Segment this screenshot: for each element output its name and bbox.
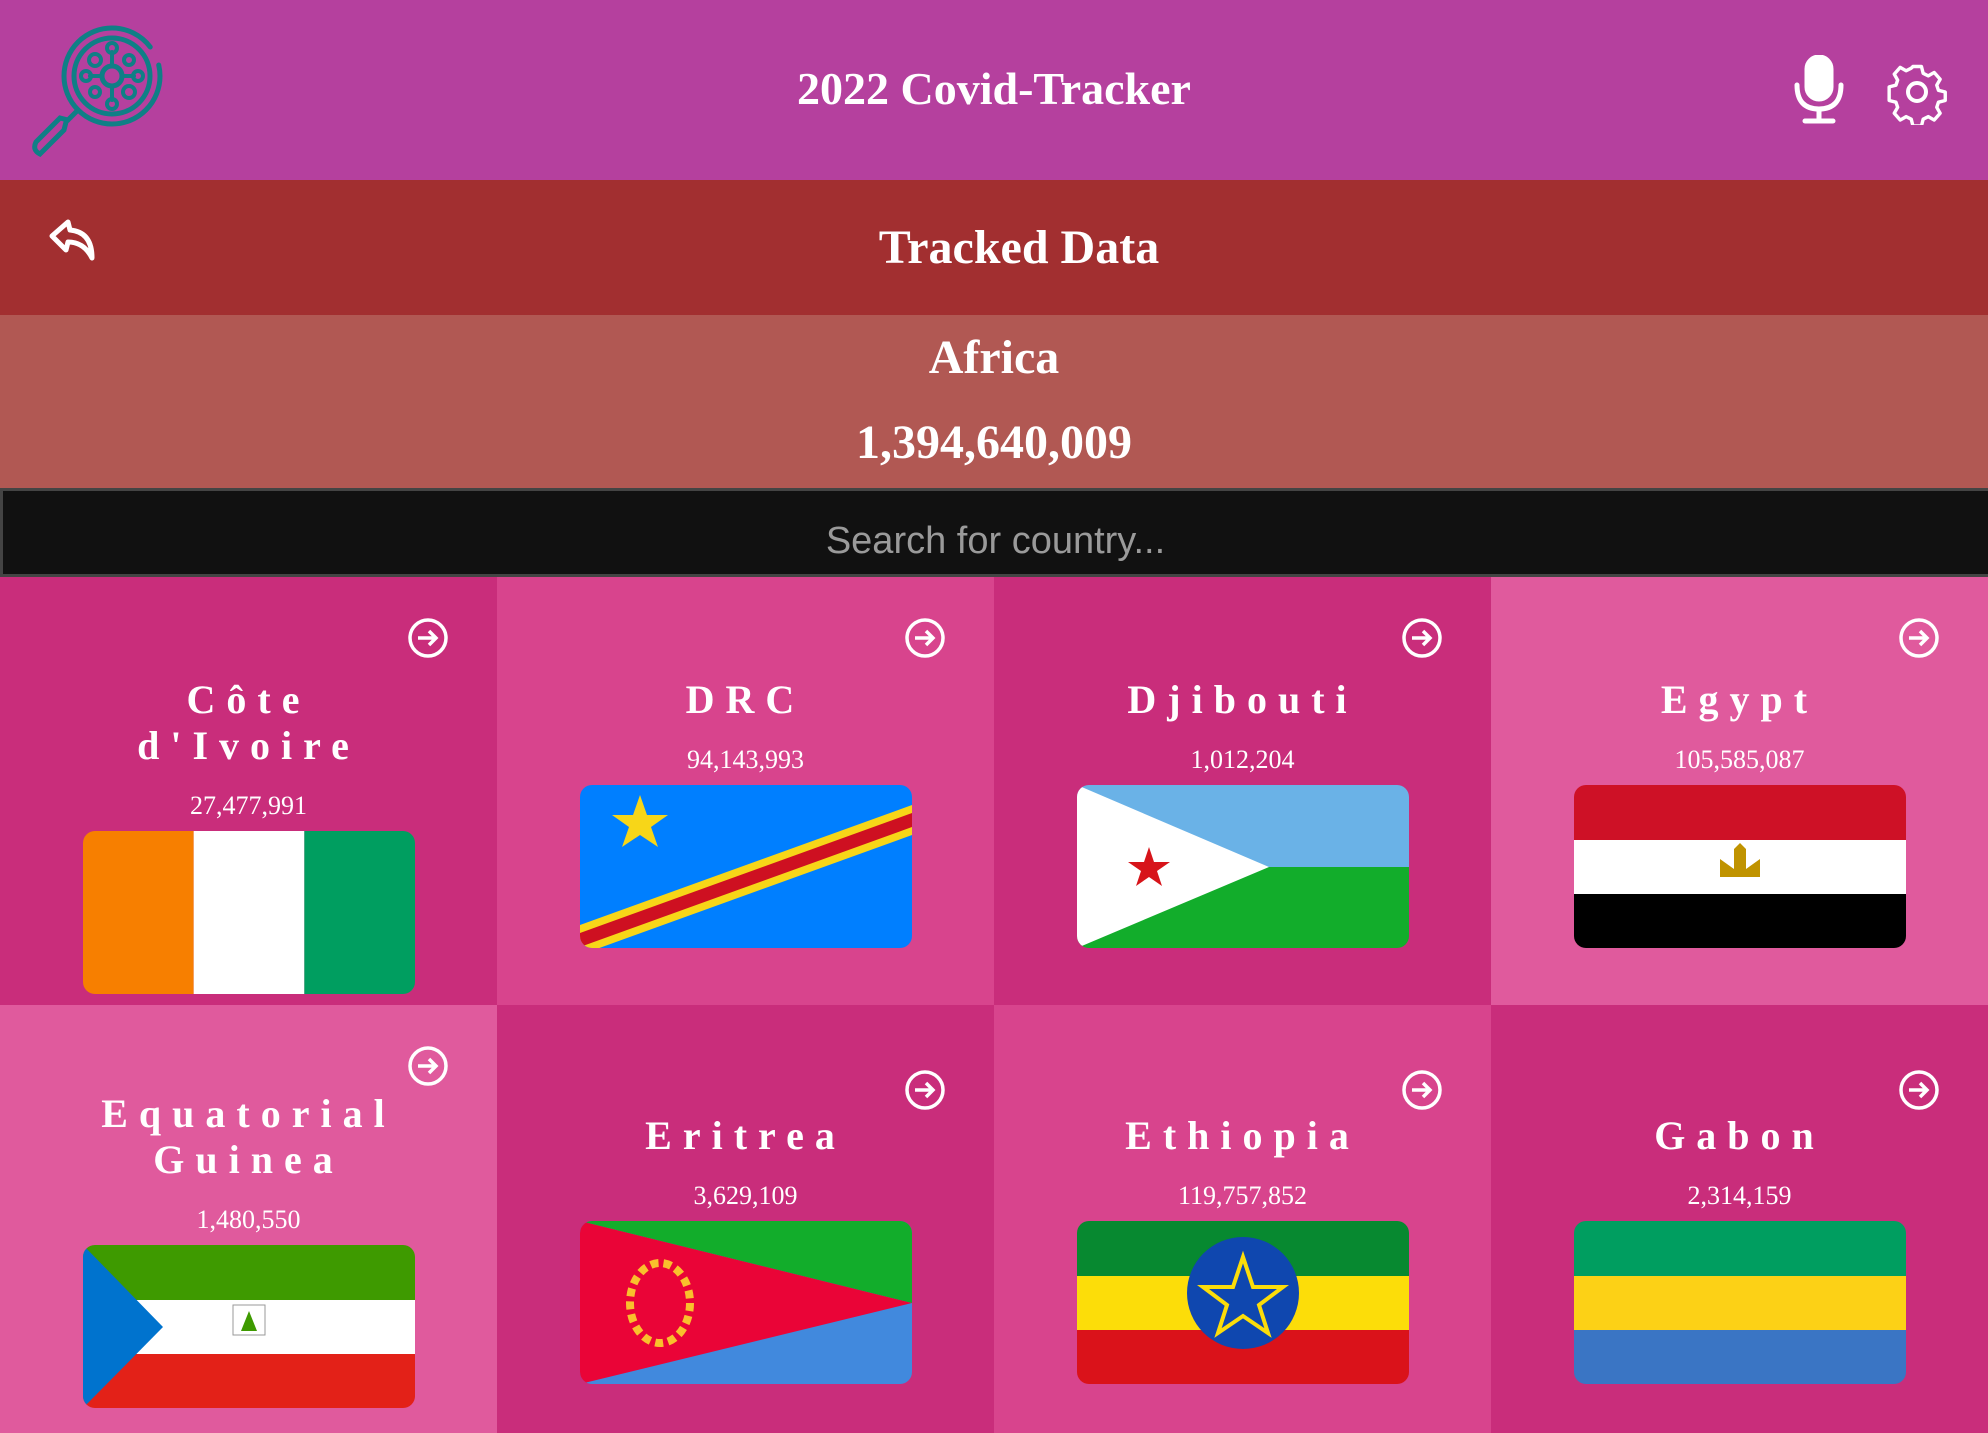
country-count: 94,143,993 [687,745,804,774]
arrow-right-circle-icon[interactable] [407,1045,449,1087]
country-name: Ethiopia [1125,1113,1360,1158]
country-count: 27,477,991 [190,791,307,820]
gear-icon[interactable] [1885,55,1949,125]
app-title: 2022 Covid-Tracker [797,63,1191,114]
country-card[interactable]: Egypt 105,585,087 [1491,577,1988,1005]
country-count: 2,314,159 [1687,1181,1792,1210]
country-search-input[interactable] [0,488,1988,577]
app-header: 2022 Covid-Tracker [0,0,1988,180]
arrow-right-circle-icon[interactable] [407,617,449,659]
country-card[interactable]: Djibouti 1,012,204 [994,577,1491,1005]
country-card[interactable]: Equatorial Guinea 1,480,550 [0,1005,497,1433]
arrow-right-circle-icon[interactable] [904,617,946,659]
arrow-right-circle-icon[interactable] [904,1069,946,1111]
country-card[interactable]: Eritrea 3,629,109 [497,1005,994,1433]
flag-gabon [1573,1221,1906,1384]
flag-eritrea [579,1221,912,1384]
country-card[interactable]: Gabon 2,314,159 [1491,1005,1988,1433]
arrow-right-circle-icon[interactable] [1401,1069,1443,1111]
flag-equatorial-guinea [82,1245,415,1408]
country-grid: Côte d'Ivoire 27,477,991 DRC 94,143,993 … [0,577,1988,1433]
country-name: Eritrea [645,1113,846,1158]
country-name: DRC [685,677,806,722]
flag-ethiopia [1076,1221,1409,1384]
arrow-right-circle-icon[interactable] [1898,1069,1940,1111]
country-name: Egypt [1660,677,1819,722]
country-card[interactable]: DRC 94,143,993 [497,577,994,1005]
flag-cote-divoire [82,831,415,994]
country-count: 119,757,852 [1177,1181,1308,1210]
country-name: Gabon [1654,1113,1825,1158]
country-name: Djibouti [1127,677,1358,722]
country-card[interactable]: Côte d'Ivoire 27,477,991 [0,577,497,1005]
region-name: Africa [928,331,1060,384]
flag-drc [579,785,912,948]
country-name: Côte d'Ivoire [137,677,360,768]
country-count: 1,480,550 [196,1205,301,1234]
country-count: 1,012,204 [1190,745,1295,774]
arrow-right-circle-icon[interactable] [1898,617,1940,659]
country-name: Equatorial Guinea [101,1091,396,1182]
microphone-icon[interactable] [1787,55,1851,125]
arrow-right-circle-icon[interactable] [1401,617,1443,659]
region-total: 1,394,640,009 [856,416,1132,469]
country-count: 3,629,109 [693,1181,798,1210]
flag-egypt [1573,785,1906,948]
country-card[interactable]: Ethiopia 119,757,852 [994,1005,1491,1433]
region-summary: Africa 1,394,640,009 [0,315,1988,488]
flag-djibouti [1076,785,1409,948]
country-count: 105,585,087 [1674,745,1805,774]
page-title: Tracked Data [878,221,1160,274]
